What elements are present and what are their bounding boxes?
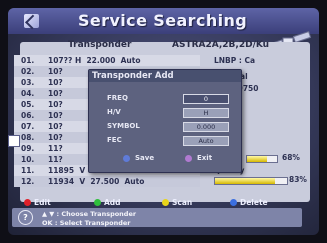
green-key-icon xyxy=(94,199,101,206)
page-title: Service Searching xyxy=(78,11,248,30)
menu-icon xyxy=(24,14,39,28)
exit-label: Exit xyxy=(197,154,213,162)
fec-field[interactable]: Auto xyxy=(183,136,229,146)
add-button[interactable]: Add xyxy=(94,198,121,207)
transponder-header: Transponder xyxy=(68,40,132,50)
row-number: 06. xyxy=(21,111,35,120)
freq-label: FREQ xyxy=(107,94,128,102)
fec-label: FEC xyxy=(107,136,122,144)
row-number: 09. xyxy=(21,144,35,153)
table-row[interactable]: 12. 11934 V 27.500 Auto xyxy=(14,176,200,187)
save-button[interactable]: Save xyxy=(123,154,154,162)
row-text: 10? xyxy=(48,78,63,87)
red-key-icon xyxy=(24,199,31,206)
table-row[interactable]: 01. 107?? H 22.000 Auto xyxy=(14,55,200,66)
delete-button[interactable]: Delete xyxy=(230,198,268,207)
freq-field[interactable]: 0 xyxy=(183,94,229,104)
row-number: 08. xyxy=(21,133,35,142)
dialog-title: Transponder Add xyxy=(89,70,241,82)
row-number: 03. xyxy=(21,78,35,87)
row-number: 04. xyxy=(21,89,35,98)
row-number: 01. xyxy=(21,56,35,65)
exit-icon xyxy=(185,154,192,162)
transponder-add-dialog: Transponder Add FREQ 0 H/V H SYMBOL 0.00… xyxy=(88,69,242,173)
row-text: 11? xyxy=(48,144,63,153)
edit-label: Edit xyxy=(34,198,51,207)
row-number: 07. xyxy=(21,122,35,131)
row-number: 05. xyxy=(21,100,35,109)
row-number: 12. xyxy=(21,177,35,186)
hv-label: H/V xyxy=(107,108,121,116)
help-line-2: OK : Select Transponder xyxy=(42,219,131,227)
row-number: 11. xyxy=(21,166,35,175)
row-text: 10? xyxy=(48,89,63,98)
lnb-info: LNBP : Ca xyxy=(214,56,256,65)
hv-field[interactable]: H xyxy=(183,108,229,118)
exit-button[interactable]: Exit xyxy=(185,154,212,162)
quality-bar xyxy=(214,177,288,185)
edit-button[interactable]: Edit xyxy=(24,198,51,207)
save-icon xyxy=(123,154,130,162)
row-text: 10? xyxy=(48,122,63,131)
satellite-name: ASTRA2A,2B,2D/Ku xyxy=(172,40,270,50)
blue-key-icon xyxy=(230,199,237,206)
selection-marker-icon xyxy=(8,135,20,147)
help-icon: ? xyxy=(18,210,33,225)
scan-button[interactable]: Scan xyxy=(162,198,192,207)
quality-fill xyxy=(215,178,275,184)
delete-label: Delete xyxy=(240,198,268,207)
signal-level-bar xyxy=(246,155,278,163)
row-text: 10? xyxy=(48,111,63,120)
quality-text: 83% xyxy=(289,175,307,184)
add-label: Add xyxy=(104,198,121,207)
help-line-1: ▲ ▼ : Choose Transponder xyxy=(42,210,137,218)
row-text: 10? xyxy=(48,100,63,109)
row-text: 11? xyxy=(48,155,63,164)
save-label: Save xyxy=(135,154,155,162)
row-number: 02. xyxy=(21,67,35,76)
row-text: 11934 V 27.500 Auto xyxy=(48,177,145,186)
scan-label: Scan xyxy=(172,198,193,207)
row-text: 10? xyxy=(48,67,63,76)
yellow-key-icon xyxy=(162,199,169,206)
symbol-field[interactable]: 0.000 xyxy=(183,122,229,132)
signal-level-fill xyxy=(247,156,268,162)
symbol-label: SYMBOL xyxy=(107,122,140,130)
row-text: 107?? H 22.000 Auto xyxy=(48,56,141,65)
row-number: 10. xyxy=(21,155,35,164)
row-text: 10? xyxy=(48,133,63,142)
signal-level-text: 68% xyxy=(282,153,300,162)
